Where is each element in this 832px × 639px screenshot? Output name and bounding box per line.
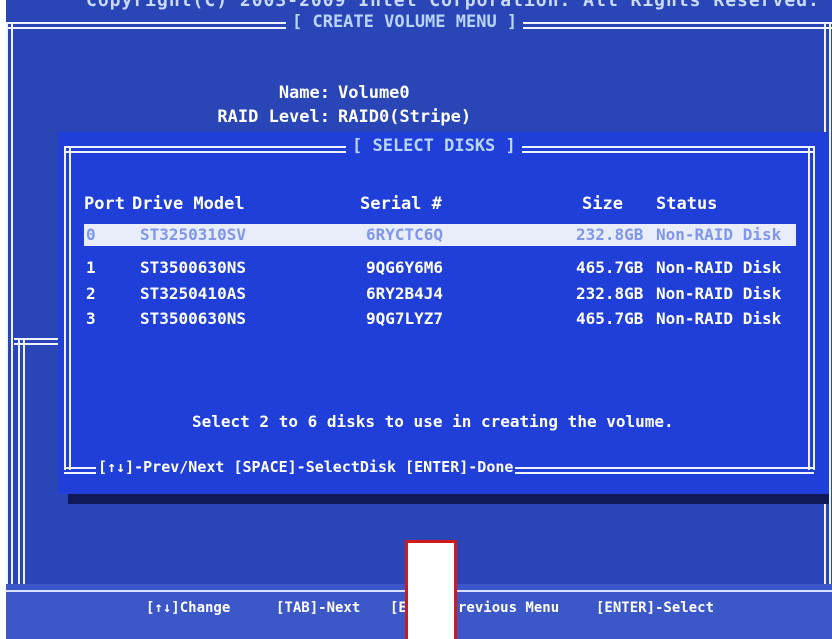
footer-enter-hint: [ENTER]-Select [596,600,715,616]
disk-port: 3 [86,309,96,328]
disk-model: ST3250410AS [140,284,246,303]
disk-port: 0 [86,225,96,244]
disk-status: Non-RAID Disk [656,309,782,328]
instruction-text: Select 2 to 6 disks to use in creating t… [192,412,674,431]
volume-name-label: Name: [278,83,330,103]
outer-frame-left [6,22,13,592]
disk-size: 232.8GB [576,225,644,244]
disk-serial: 9QG7LYZ7 [366,309,444,328]
lower-box-left [18,338,25,588]
disk-size: 465.7GB [576,309,644,328]
select-disks-title: [ SELECT DISKS ] [346,136,522,156]
disk-row-1[interactable]: 1 ST3500630NS 9QG6Y6M6 465.7GB Non-RAID … [84,257,796,279]
disk-status: Non-RAID Disk [656,284,782,303]
volume-name-value[interactable]: Volume0 [338,83,410,103]
disk-serial: 6RY2B4J4 [366,284,444,303]
footer-change-hint: [↑↓]Change [146,600,231,616]
panel-shadow [68,494,829,504]
redaction-box [405,540,457,639]
panel-frame-left [64,146,71,470]
copyright-text: Copyright(C) 2003-2009 Intel Corporation… [86,0,820,11]
disk-model: ST3500630NS [140,309,246,328]
header-size: Size [582,194,623,214]
raid-level-label: RAID Level: [217,107,330,127]
disk-size: 465.7GB [576,258,644,277]
disk-row-3[interactable]: 3 ST3500630NS 9QG7LYZ7 465.7GB Non-RAID … [84,308,796,330]
header-port: Port [84,194,125,214]
create-volume-menu-title: [ CREATE VOLUME MENU ] [286,12,524,32]
disk-port: 2 [86,284,96,303]
footer-tab-hint: [TAB]-Next [276,600,361,616]
key-help-line: [↑↓]-Prev/Next [SPACE]-SelectDisk [ENTER… [96,458,516,476]
disk-row-2[interactable]: 2 ST3250410AS 6RY2B4J4 232.8GB Non-RAID … [84,283,796,305]
disk-status: Non-RAID Disk [656,225,782,244]
raid-level-value[interactable]: RAID0(Stripe) [338,107,471,127]
disk-status: Non-RAID Disk [656,258,782,277]
disk-serial: 6RYCTC6Q [366,225,444,244]
header-serial: Serial # [360,194,442,214]
header-drive-model: Drive Model [132,194,245,214]
footer-esc-hint-right: revious Menu [458,600,560,616]
disk-model: ST3250310SV [140,225,246,244]
header-status: Status [656,194,718,214]
disk-row-0[interactable]: 0 ST3250310SV 6RYCTC6Q 232.8GB Non-RAID … [84,224,796,246]
disk-port: 1 [86,258,96,277]
disk-serial: 9QG6Y6M6 [366,258,444,277]
disk-size: 232.8GB [576,284,644,303]
panel-frame-right [808,146,815,470]
disk-model: ST3500630NS [140,258,246,277]
